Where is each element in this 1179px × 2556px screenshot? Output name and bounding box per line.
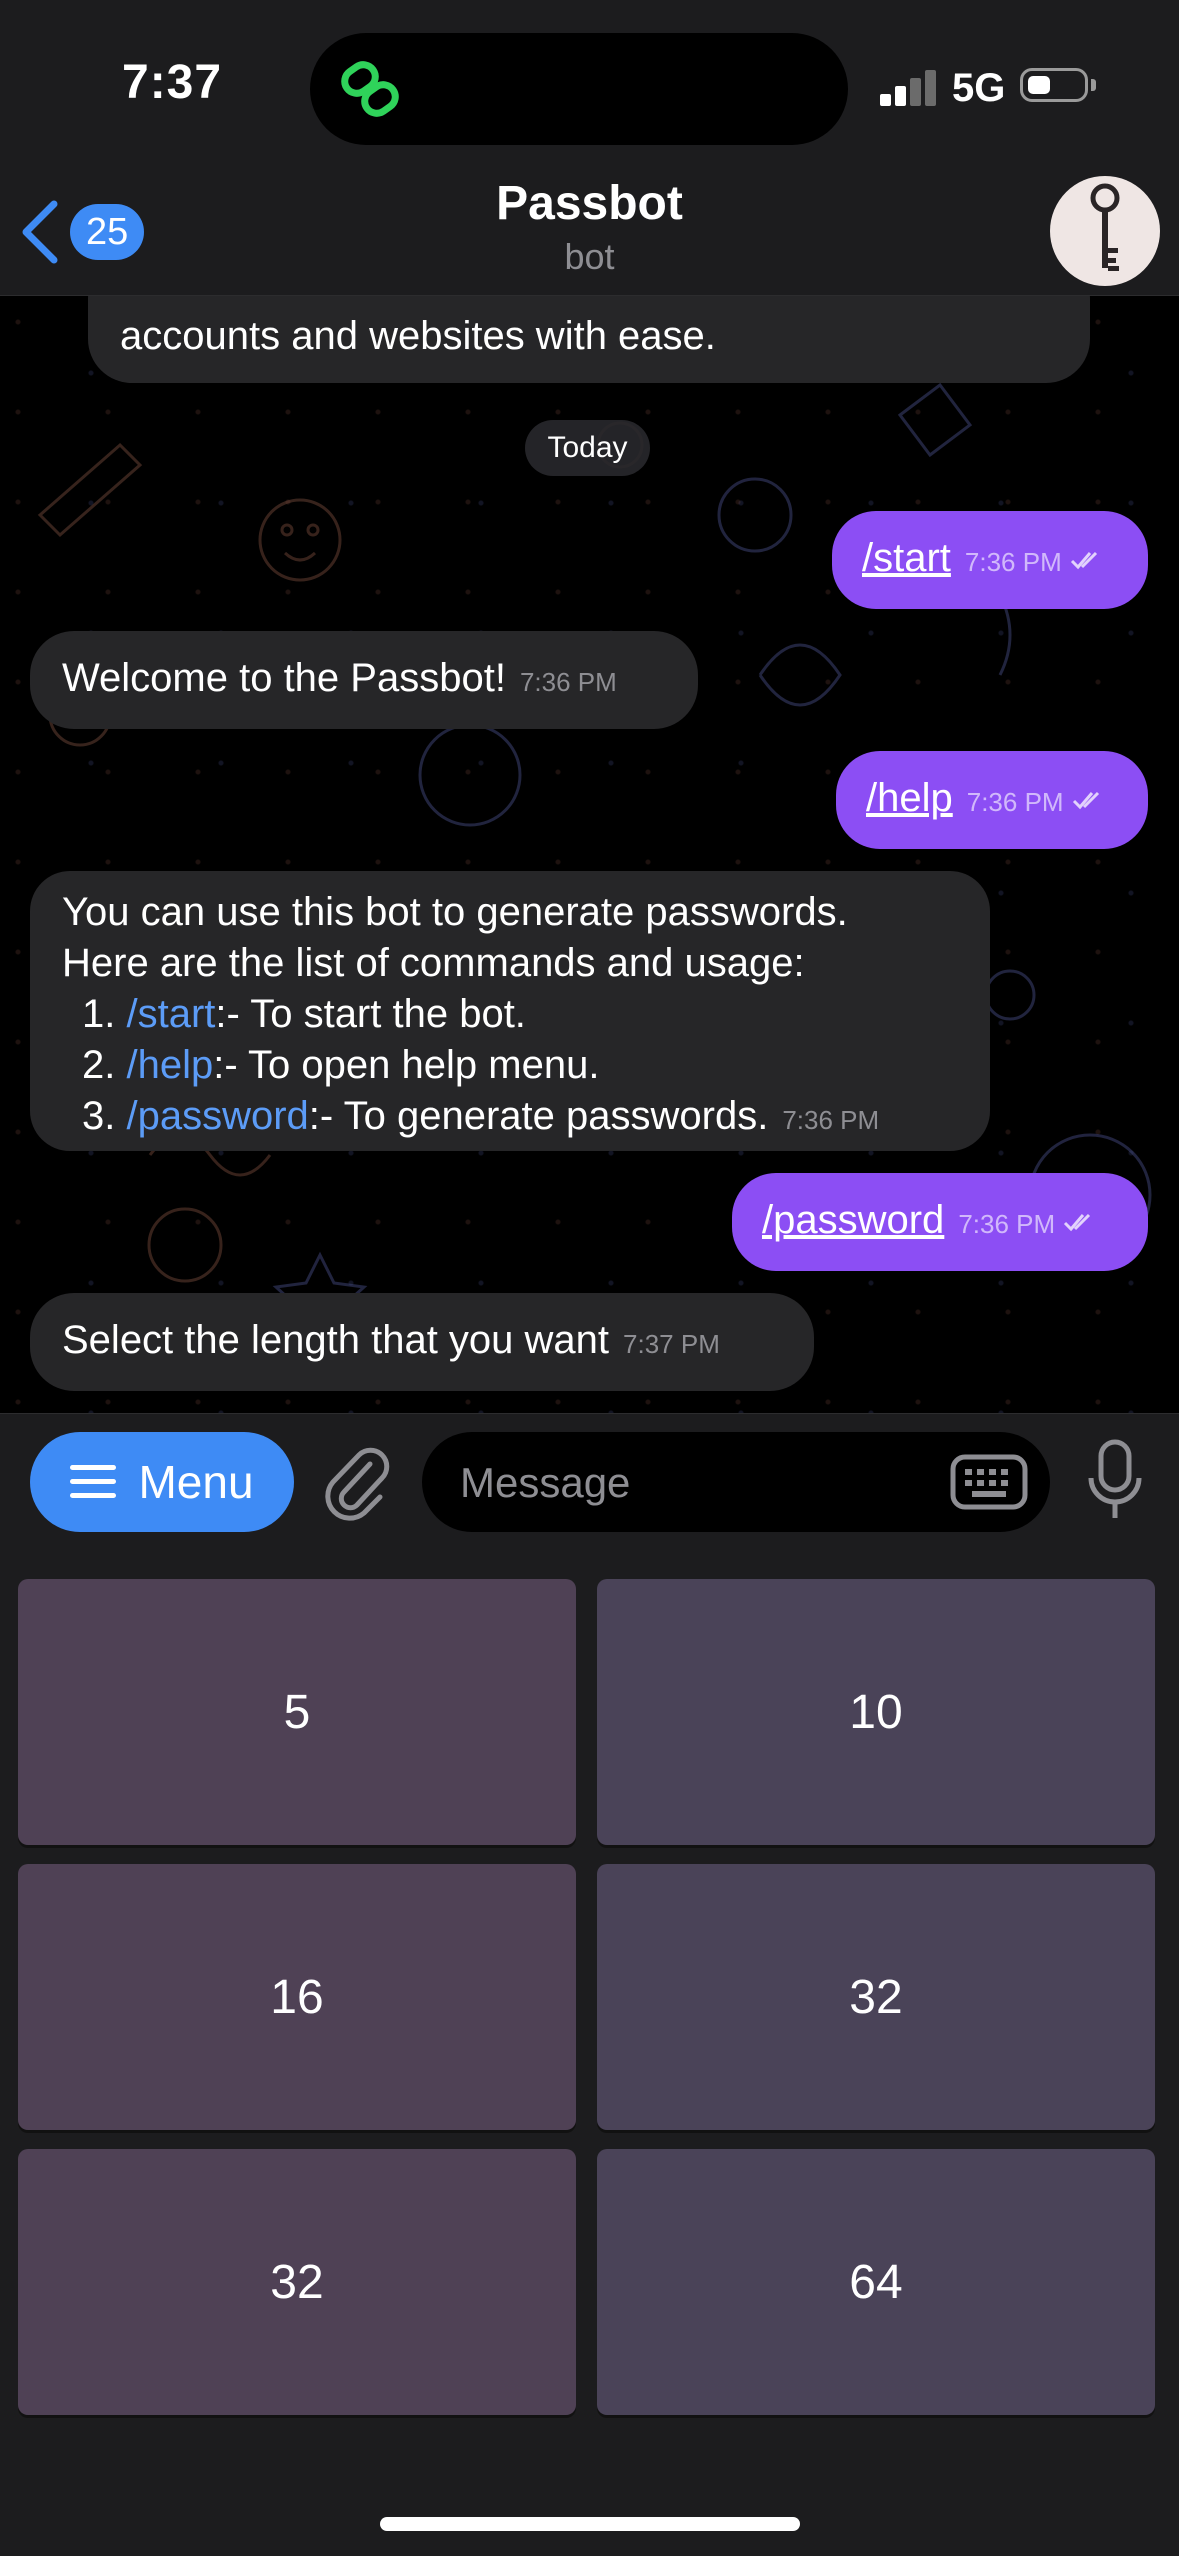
message-time: 7:37 PM [623, 1329, 720, 1359]
message-time: 7:36 PM [519, 667, 617, 697]
chat-header: 25 Passbot bot [0, 170, 1179, 296]
key-avatar[interactable] [1050, 176, 1160, 286]
signal-icon [880, 66, 940, 106]
command-link[interactable]: /start [126, 992, 215, 1036]
message-text[interactable]: /password [762, 1198, 944, 1242]
message-text: Select the length that you want [62, 1318, 610, 1362]
double-check-icon [1070, 552, 1097, 570]
option-label: 32 [270, 2255, 324, 2309]
message-input-bar: Menu [0, 1413, 1179, 1550]
message-input[interactable] [458, 1432, 942, 1534]
help-line-1: You can use this bot to generate passwor… [62, 890, 848, 934]
bot-reply-keyboard: 5 10 16 32 32 64 [0, 1549, 1179, 2556]
outgoing-message[interactable]: /password 7:36 PM [732, 1173, 1148, 1271]
chat-title[interactable]: Passbot [0, 176, 1179, 231]
message-time: 7:36 PM [782, 1105, 880, 1135]
message-text[interactable]: /help [866, 776, 953, 820]
item-number: 3. [82, 1094, 116, 1138]
item-desc: :- To start the bot. [215, 992, 526, 1036]
message-time: 7:36 PM [958, 1209, 1056, 1239]
help-item: 1. /start:- To start the bot. [62, 989, 966, 1040]
menu-button[interactable]: Menu [30, 1432, 294, 1532]
command-link[interactable]: /password [126, 1094, 308, 1138]
date-divider: Today [525, 420, 650, 476]
message-text: Welcome to the Passbot! [62, 656, 506, 700]
message-field[interactable] [422, 1432, 1050, 1534]
length-option-button[interactable]: 5 [18, 1579, 576, 1845]
item-number: 1. [82, 992, 116, 1036]
length-option-button[interactable]: 64 [597, 2149, 1155, 2415]
item-number: 2. [82, 1043, 116, 1087]
menu-label: Menu [138, 1456, 254, 1508]
chat-area[interactable]: accounts and websites with ease. Today /… [0, 295, 1179, 1413]
double-check-icon [1064, 1214, 1091, 1232]
message-time: 7:36 PM [966, 787, 1064, 817]
menu-lines-icon [70, 1465, 117, 1498]
command-link[interactable]: /help [126, 1043, 213, 1087]
network-type: 5G [952, 66, 1006, 110]
home-indicator [380, 2517, 800, 2531]
incoming-message[interactable]: Welcome to the Passbot! 7:36 PM [30, 631, 698, 729]
status-bar: 7:37 5G [0, 0, 1179, 170]
outgoing-message[interactable]: /start 7:36 PM [832, 511, 1148, 609]
battery-tip [1091, 79, 1096, 91]
length-option-button[interactable]: 32 [18, 2149, 576, 2415]
item-desc: :- To open help menu. [213, 1043, 600, 1087]
option-label: 10 [849, 1685, 903, 1739]
option-label: 5 [283, 1685, 311, 1739]
paperclip-icon[interactable] [320, 1442, 392, 1522]
keyboard-icon[interactable] [950, 1454, 1028, 1510]
key-icon [1090, 183, 1120, 271]
length-option-button[interactable]: 16 [18, 1864, 576, 2130]
help-item: 2. /help:- To open help menu. [62, 1040, 966, 1091]
item-desc: :- To generate passwords. [308, 1094, 769, 1138]
link-icon [341, 61, 399, 117]
incoming-message[interactable]: You can use this bot to generate passwor… [30, 871, 990, 1151]
help-line-2: Here are the list of commands and usage: [62, 941, 805, 985]
double-check-icon [1072, 792, 1099, 810]
help-item: 3. /password:- To generate passwords. 7:3… [62, 1091, 966, 1146]
option-label: 16 [270, 1970, 324, 2024]
message-time: 7:36 PM [964, 547, 1062, 577]
option-label: 64 [849, 2255, 903, 2309]
microphone-icon[interactable] [1085, 1438, 1145, 1524]
chat-subtitle: bot [564, 236, 615, 277]
battery-icon [1020, 68, 1088, 102]
intro-text: accounts and websites with ease. [120, 314, 716, 358]
option-label: 32 [849, 1970, 903, 2024]
message-text[interactable]: /start [862, 536, 951, 580]
length-option-button[interactable]: 32 [597, 1864, 1155, 2130]
outgoing-message[interactable]: /help 7:36 PM [836, 751, 1148, 849]
incoming-message[interactable]: Select the length that you want 7:37 PM [30, 1293, 814, 1391]
intro-message-fragment: accounts and websites with ease. [88, 295, 1090, 383]
length-option-button[interactable]: 10 [597, 1579, 1155, 1845]
status-time: 7:37 [122, 56, 223, 109]
dynamic-island [310, 33, 848, 145]
